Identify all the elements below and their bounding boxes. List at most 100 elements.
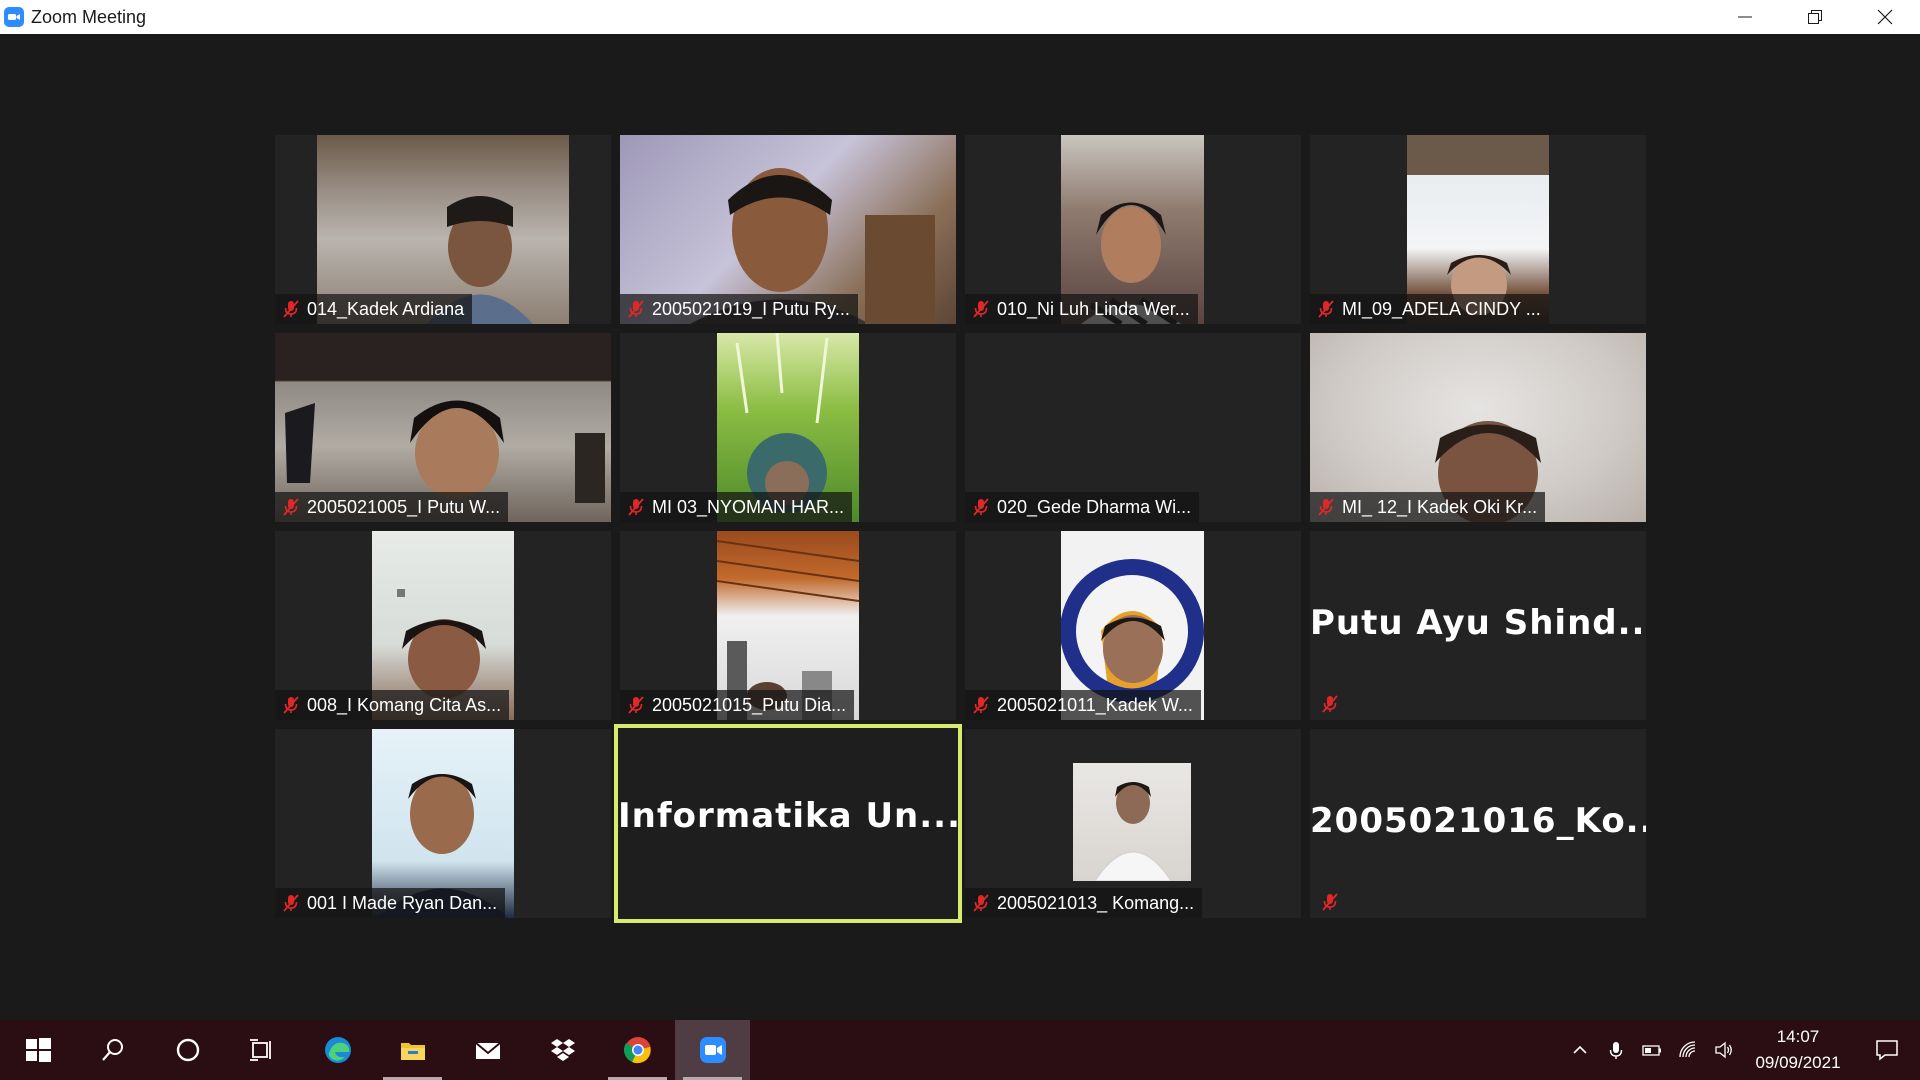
participant-name-bar: 014_Kadek Ardiana bbox=[275, 294, 473, 324]
participant-tile[interactable]: 014_Kadek Ardiana bbox=[275, 135, 611, 324]
wifi-icon bbox=[1679, 1041, 1696, 1058]
title-bar: Zoom Meeting bbox=[0, 0, 1920, 34]
start-icon bbox=[25, 1038, 51, 1062]
participant-tile[interactable]: 2005021011_Kadek W... bbox=[965, 531, 1301, 720]
clock-date: 09/09/2021 bbox=[1755, 1053, 1841, 1072]
notification-icon bbox=[1876, 1040, 1898, 1061]
clock-time: 14:07 bbox=[1776, 1027, 1820, 1046]
task-view-icon bbox=[249, 1039, 271, 1061]
start-button[interactable] bbox=[0, 1020, 75, 1080]
participant-name: 2005021015_Putu Dia... bbox=[652, 694, 847, 715]
show-hidden-icons-button[interactable] bbox=[1562, 1020, 1598, 1080]
muted-mic-icon bbox=[628, 498, 644, 516]
participant-tile[interactable]: 010_Ni Luh Linda Wer... bbox=[965, 135, 1301, 324]
chrome-button[interactable] bbox=[600, 1020, 675, 1080]
file-explorer-button[interactable] bbox=[375, 1020, 450, 1080]
participant-tile[interactable]: 2005021016_Ko... bbox=[1310, 729, 1646, 918]
search-button[interactable] bbox=[75, 1020, 150, 1080]
clock[interactable]: 14:07 09/09/2021 bbox=[1742, 1024, 1854, 1076]
close-button[interactable] bbox=[1850, 0, 1920, 34]
cortana-icon bbox=[176, 1038, 199, 1062]
file-explorer-icon bbox=[400, 1043, 425, 1060]
mail-icon bbox=[474, 1042, 501, 1059]
task-view-button[interactable] bbox=[225, 1020, 300, 1080]
participant-display-name: 2005021016_Ko... bbox=[1310, 801, 1646, 841]
muted-mic-icon bbox=[973, 696, 989, 714]
participant-tile[interactable]: 020_Gede Dharma Wi... bbox=[965, 333, 1301, 522]
edge-icon bbox=[324, 1037, 351, 1063]
participant-name: 020_Gede Dharma Wi... bbox=[997, 496, 1192, 517]
search-icon bbox=[101, 1039, 123, 1061]
dropbox-icon bbox=[550, 1039, 575, 1061]
participant-tile[interactable]: 008_I Komang Cita As... bbox=[275, 531, 611, 720]
cortana-button[interactable] bbox=[150, 1020, 225, 1080]
battery-tray-button[interactable] bbox=[1634, 1020, 1670, 1080]
participant-tile[interactable]: 2005021015_Putu Dia... bbox=[620, 531, 956, 720]
participant-display-name: Informatika Un... bbox=[618, 796, 962, 836]
mail-button[interactable] bbox=[450, 1020, 525, 1080]
muted-mic-icon bbox=[1322, 695, 1338, 713]
system-tray: 14:07 09/09/2021 bbox=[1562, 1020, 1920, 1080]
gallery-view: 014_Kadek Ardiana 2005021019_I Putu Ry..… bbox=[0, 34, 1920, 1020]
edge-button[interactable] bbox=[300, 1020, 375, 1080]
participant-name: 008_I Komang Cita As... bbox=[307, 694, 502, 715]
restore-button[interactable] bbox=[1780, 0, 1850, 34]
zoom-app-icon bbox=[4, 7, 24, 27]
participant-tile[interactable]: 2005021013_ Komang... bbox=[965, 729, 1301, 918]
network-tray-button[interactable] bbox=[1670, 1020, 1706, 1080]
muted-mic-icon bbox=[283, 300, 299, 318]
zoom-icon bbox=[699, 1037, 726, 1063]
chevron-up-icon bbox=[1573, 1045, 1587, 1054]
muted-mic-icon bbox=[973, 300, 989, 318]
muted-mic-icon bbox=[628, 300, 644, 318]
battery-icon bbox=[1642, 1045, 1661, 1056]
participant-name-bar: 2005021011_Kadek W... bbox=[965, 690, 1201, 720]
participant-tile[interactable]: 001 I Made Ryan Dan... bbox=[275, 729, 611, 918]
microphone-tray-button[interactable] bbox=[1598, 1020, 1634, 1080]
dropbox-button[interactable] bbox=[525, 1020, 600, 1080]
participant-tile[interactable]: MI_09_ADELA CINDY ... bbox=[1310, 135, 1646, 324]
participant-name-bar: 001 I Made Ryan Dan... bbox=[275, 888, 506, 918]
participant-name-bar: MI_ 12_I Kadek Oki Kr... bbox=[1310, 492, 1546, 522]
participant-name: 2005021005_I Putu W... bbox=[307, 496, 501, 517]
chrome-icon bbox=[623, 1037, 651, 1064]
muted-mic-icon bbox=[283, 894, 299, 912]
muted-mic-icon bbox=[283, 498, 299, 516]
participant-tile[interactable]: MI_ 12_I Kadek Oki Kr... bbox=[1310, 333, 1646, 522]
speaker-icon bbox=[1715, 1041, 1732, 1059]
participant-name: MI_09_ADELA CINDY ... bbox=[1342, 298, 1541, 319]
participant-name-bar: 2005021013_ Komang... bbox=[965, 888, 1203, 918]
muted-mic-icon bbox=[973, 498, 989, 516]
participant-tile[interactable]: 2005021005_I Putu W... bbox=[275, 333, 611, 522]
participant-name-bar: MI 03_NYOMAN HAR... bbox=[620, 492, 853, 522]
active-speaker-tile[interactable]: Informatika Un... bbox=[614, 724, 962, 923]
muted-mic-icon bbox=[973, 894, 989, 912]
muted-mic-icon bbox=[1318, 498, 1334, 516]
participant-tile[interactable]: Putu Ayu Shind... bbox=[1310, 531, 1646, 720]
participant-display-name: Putu Ayu Shind... bbox=[1310, 603, 1646, 643]
muted-mic-icon bbox=[283, 696, 299, 714]
participant-name: MI_ 12_I Kadek Oki Kr... bbox=[1342, 496, 1538, 517]
participant-name: 014_Kadek Ardiana bbox=[307, 298, 465, 319]
volume-tray-button[interactable] bbox=[1706, 1020, 1742, 1080]
zoom-button[interactable] bbox=[675, 1020, 750, 1080]
muted-mic-icon bbox=[1322, 893, 1338, 911]
participant-name: 010_Ni Luh Linda Wer... bbox=[997, 298, 1190, 319]
action-center-button[interactable] bbox=[1854, 1020, 1920, 1080]
participant-tile[interactable]: 2005021019_I Putu Ry... bbox=[620, 135, 956, 324]
participant-name-bar: 008_I Komang Cita As... bbox=[275, 690, 510, 720]
participant-name-bar: 2005021005_I Putu W... bbox=[275, 492, 509, 522]
participant-name-bar: 2005021019_I Putu Ry... bbox=[620, 294, 858, 324]
participant-name: 2005021011_Kadek W... bbox=[997, 694, 1193, 715]
participant-tile[interactable]: MI 03_NYOMAN HAR... bbox=[620, 333, 956, 522]
participant-name: 001 I Made Ryan Dan... bbox=[307, 892, 498, 913]
participant-name: 2005021019_I Putu Ry... bbox=[652, 298, 850, 319]
participant-name: MI 03_NYOMAN HAR... bbox=[652, 496, 845, 517]
participant-name-bar: 2005021015_Putu Dia... bbox=[620, 690, 855, 720]
muted-mic-icon bbox=[628, 696, 644, 714]
participant-name-bar: 020_Gede Dharma Wi... bbox=[965, 492, 1200, 522]
minimize-button[interactable] bbox=[1710, 0, 1780, 34]
window-title: Zoom Meeting bbox=[31, 6, 147, 27]
taskbar: 14:07 09/09/2021 bbox=[0, 1020, 1920, 1080]
participant-video bbox=[1073, 763, 1191, 881]
